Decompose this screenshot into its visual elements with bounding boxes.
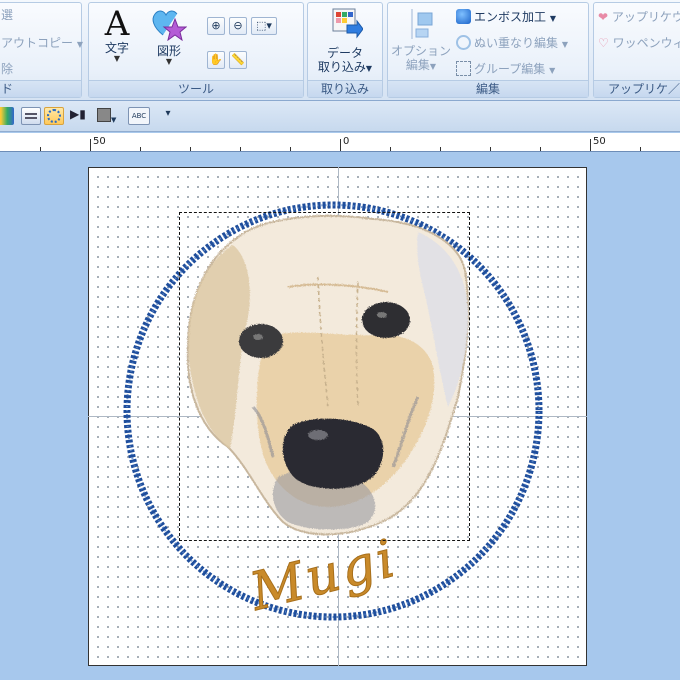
group-label-import: 取り込み xyxy=(308,80,382,97)
selection-box[interactable] xyxy=(179,212,470,541)
stitch-overlap-item[interactable]: ぬい重なり編集 ▼ xyxy=(456,35,568,53)
stitch-view-icon xyxy=(47,109,61,123)
ribbon: 選 アウトコピー ▼ 除 ド A 文字 ▼ 図形 ▼ ⊕ ⊖ ⬚▾ ✋ 📏 ツー… xyxy=(0,0,680,101)
ruler-icon: 📏 xyxy=(231,53,245,66)
import-data-button[interactable]: データ 取り込み▼ xyxy=(312,7,378,76)
option-edit-icon xyxy=(411,9,433,39)
emboss-icon xyxy=(456,9,471,24)
shape-tool-icon xyxy=(152,10,188,42)
zoom-out-icon: ⊖ xyxy=(233,19,243,32)
zoom-out-button[interactable]: ⊖ xyxy=(229,17,247,35)
shape-button[interactable]: 図形 ▼ xyxy=(147,7,191,66)
group-label-applique: アップリケ／ワ xyxy=(594,80,680,97)
dropdown-icon: ▼ xyxy=(549,14,556,23)
chevron-down-icon: ▼ xyxy=(429,62,437,71)
horizontal-ruler: 50 0 50 xyxy=(0,133,680,152)
grid-view-icon xyxy=(25,113,37,119)
text-tool-icon: A xyxy=(104,4,130,44)
thread-color-button[interactable]: ▼ xyxy=(97,107,127,125)
layout-copy-item[interactable]: アウトコピー ▼ xyxy=(1,35,83,53)
dropdown-icon: ▼ xyxy=(561,40,568,49)
group-edit-item[interactable]: グループ編集 ▼ xyxy=(456,61,555,79)
delete-item[interactable]: 除 xyxy=(1,61,13,77)
pan-button[interactable]: ✋ xyxy=(207,51,225,69)
zoom-in-button[interactable]: ⊕ xyxy=(207,17,225,35)
measure-button[interactable]: 📏 xyxy=(229,51,247,69)
hand-icon: ✋ xyxy=(209,53,223,66)
chevron-down-icon: ▼ xyxy=(165,57,173,66)
zoom-fit-icon: ⬚▾ xyxy=(256,19,272,32)
stitch-view-button[interactable] xyxy=(44,107,64,125)
chevron-down-icon: ▼ xyxy=(113,54,121,63)
select-item[interactable]: 選 xyxy=(1,7,13,23)
zoom-fit-button[interactable]: ⬚▾ xyxy=(251,17,277,35)
heart-icon: ❤ xyxy=(598,10,609,24)
group-label-tools: ツール xyxy=(89,80,303,97)
applique-wizard-item[interactable]: ❤ アップリケウ xyxy=(598,9,680,25)
ruler-label-left: 50 xyxy=(93,136,106,147)
color-view-button[interactable] xyxy=(0,107,14,125)
toolbar-overflow-button[interactable]: ▾ xyxy=(158,107,178,125)
ribbon-group-applique: ❤ アップリケウ ♡ ワッペンウィ アップリケ／ワ xyxy=(593,2,680,98)
group-label-edit: 編集 xyxy=(388,80,588,97)
ribbon-group-layout: 選 アウトコピー ▼ 除 ド xyxy=(0,2,83,98)
realistic-view-button[interactable] xyxy=(21,107,41,125)
import-data-icon xyxy=(332,8,364,39)
text-button[interactable]: A 文字 ▼ xyxy=(97,7,137,63)
chevron-down-icon: ▼ xyxy=(365,64,373,73)
color-swatch-icon xyxy=(97,108,111,122)
play-stitch-button[interactable]: ▶▮ xyxy=(70,107,90,125)
dropdown-icon: ▼ xyxy=(76,40,83,49)
abc-text-button[interactable]: ABC xyxy=(128,107,150,125)
group-edit-icon xyxy=(456,61,471,76)
ruler-label-right: 50 xyxy=(593,136,606,147)
play-icon: ▶▮ xyxy=(70,107,86,121)
dropdown-icon: ▼ xyxy=(111,116,117,124)
heart-outline-icon: ♡ xyxy=(598,36,609,50)
chevron-down-icon: ▾ xyxy=(165,108,171,119)
overlap-icon xyxy=(456,35,471,50)
ribbon-group-import: データ 取り込み▼ 取り込み xyxy=(307,2,383,98)
ribbon-group-tools: A 文字 ▼ 図形 ▼ ⊕ ⊖ ⬚▾ ✋ 📏 ツール xyxy=(88,2,304,98)
ribbon-group-edit: オプション 編集▼ エンボス加工 ▼ ぬい重なり編集 ▼ グループ編集 ▼ 編集 xyxy=(387,2,589,98)
option-edit-button[interactable]: オプション 編集▼ xyxy=(390,7,452,74)
view-toolbar: ▶▮ ▼ ABC ▾ xyxy=(0,101,680,132)
group-label-layout: ド xyxy=(0,80,81,97)
zoom-in-icon: ⊕ xyxy=(211,19,221,32)
patch-wizard-item[interactable]: ♡ ワッペンウィ xyxy=(598,35,680,51)
dropdown-icon: ▼ xyxy=(549,66,556,75)
ruler-label-center: 0 xyxy=(343,136,350,147)
emboss-item[interactable]: エンボス加工 ▼ xyxy=(456,9,556,27)
